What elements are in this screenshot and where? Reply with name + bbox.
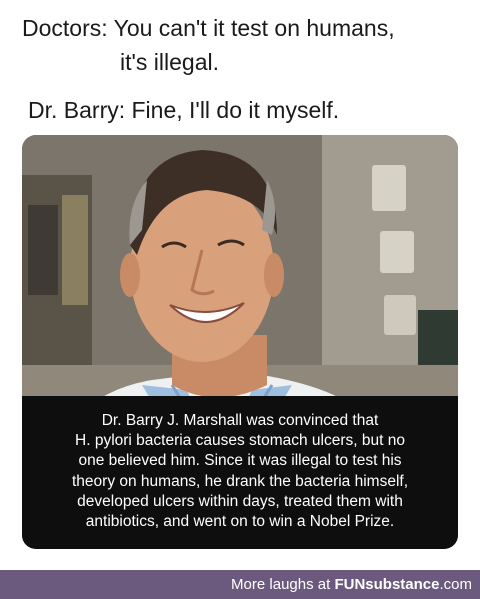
caption-line-1: Doctors: You can't it test on humans, [22,15,395,41]
footer-link[interactable]: More laughs at FUNsubstance.com [231,576,472,593]
info-line: one believed him. Since it was illegal t… [78,452,402,470]
info-line: developed ulcers within days, treated th… [77,492,403,510]
info-line: Dr. Barry J. Marshall was convinced that [101,412,379,429]
footer-brand: FUNsubstance [334,576,440,593]
caption-line-3: Dr. Barry: Fine, I'll do it myself. [28,97,340,123]
info-line: theory on humans, he drank the bacteria … [71,472,409,490]
info-line: antibiotics, and went on to win a Nobel … [85,513,395,531]
info-text: Dr. Barry J. Marshall was convinced that… [22,411,458,532]
caption-line-2: it's illegal. [120,49,219,75]
footer-bar: More laughs at FUNsubstance.com [0,570,480,599]
footer-suffix: .com [439,576,472,593]
wall-outlet [372,165,406,211]
footer-prefix: More laughs at [231,576,331,593]
info-box: Dr. Barry J. Marshall was convinced that… [22,396,458,549]
info-line: H. pylori bacteria causes stomach ulcers… [75,432,405,450]
